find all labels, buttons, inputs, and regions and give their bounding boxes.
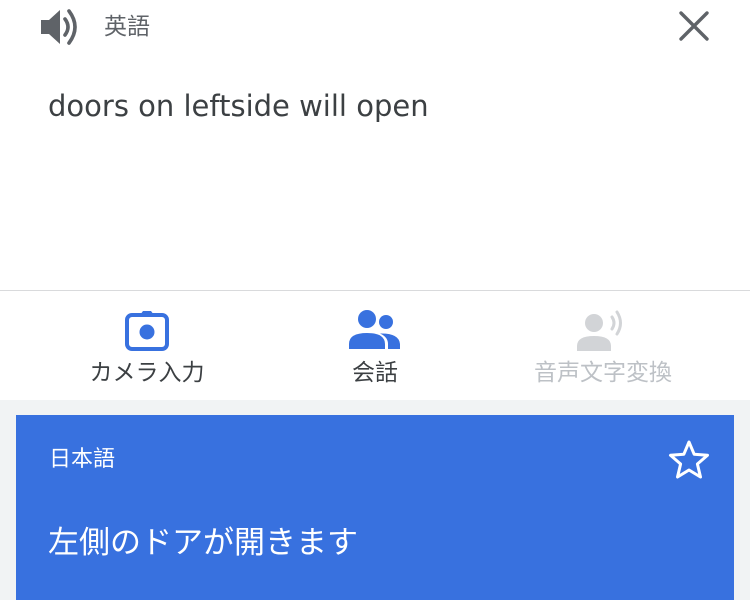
translated-text[interactable]: 左側のドアが開きます [48,521,358,565]
camera-input-button[interactable]: カメラ入力 [22,291,272,400]
source-language-label: 英語 [104,14,150,40]
source-panel: 英語 doors on leftside will open [0,0,750,290]
conversation-icon [349,310,400,349]
tool-label: カメラ入力 [89,360,205,386]
transcribe-icon [577,310,622,351]
conversation-button[interactable]: 会話 [250,291,500,400]
input-tools-bar: カメラ入力 会話 音声文字変換 [0,291,750,400]
tool-label: 音声文字変換 [534,360,672,386]
speaker-icon[interactable] [38,6,82,48]
camera-icon [125,311,169,351]
tool-label: 会話 [352,360,398,386]
transcribe-button[interactable]: 音声文字変換 [478,291,728,400]
source-text[interactable]: doors on leftside will open [48,86,429,126]
star-outline-icon[interactable] [668,439,710,481]
translation-result-card[interactable]: 日本語 左側のドアが開きます [16,415,734,600]
target-language-label: 日本語 [49,447,116,472]
close-icon[interactable] [676,8,712,44]
